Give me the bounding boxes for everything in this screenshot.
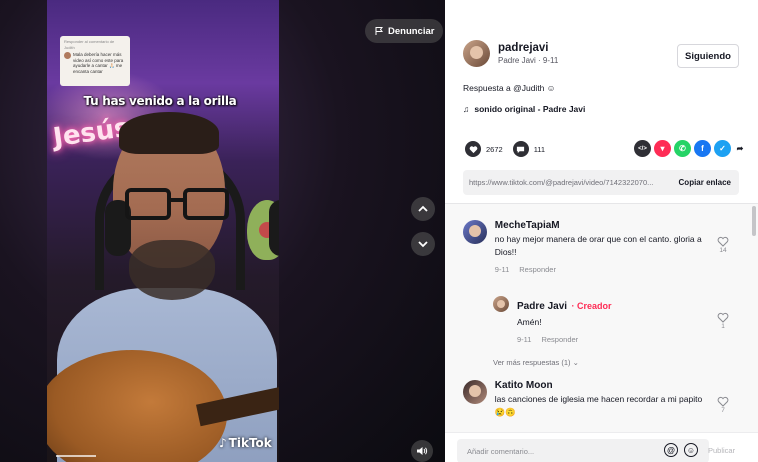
following-button[interactable]: Siguiendo (677, 44, 739, 68)
comment-stat[interactable]: 111 (512, 141, 546, 157)
engagement-stats: 2672 111 (465, 141, 545, 157)
video-info-panel: padrejavi Padre Javi · 9-11 Siguiendo Re… (445, 0, 758, 462)
creator-avatar[interactable] (493, 296, 509, 312)
quote-reply-to: Responder al comentario de Judith (64, 39, 115, 50)
comment-item: Katito Moon las canciones de iglesia me … (463, 380, 703, 419)
heart-outline-icon (717, 396, 729, 407)
video-link-box: https://www.tiktok.com/@padrejavi/video/… (463, 170, 739, 195)
description-prefix: Respuesta a (463, 83, 514, 93)
video-player[interactable]: Jesús Responder al comentario de Judith … (0, 0, 445, 462)
comments-scrollbar[interactable] (752, 206, 756, 236)
headphones-right-cup (269, 200, 279, 256)
copy-link-button[interactable]: Copiar enlace (671, 178, 739, 187)
volume-icon (417, 447, 428, 455)
comment-like[interactable]: 14 (717, 236, 729, 254)
share-buttons: </> ▾ ✆ f ✓ ➦ (634, 140, 746, 157)
video-description: Respuesta a @Judith ☺ (463, 83, 555, 93)
author-avatar[interactable] (463, 40, 490, 67)
author-display-date: Padre Javi · 9-11 (498, 56, 559, 65)
author-info[interactable]: padrejavi Padre Javi · 9-11 (463, 40, 558, 67)
reply-date: 9-11 (517, 335, 532, 344)
commenter-avatar[interactable] (463, 380, 487, 404)
tiktok-video-page: Jesús Responder al comentario de Judith … (0, 0, 758, 462)
video-url[interactable]: https://www.tiktok.com/@padrejavi/video/… (463, 178, 671, 187)
reply-author-name[interactable]: Padre Javi (517, 301, 567, 312)
comment-like[interactable]: 7 (717, 396, 729, 414)
reply-like[interactable]: 1 (717, 312, 729, 330)
flag-icon (375, 27, 383, 35)
comment-count: 111 (533, 144, 546, 154)
previous-video-button[interactable] (411, 197, 435, 221)
like-stat[interactable]: 2672 (465, 141, 503, 157)
send-icon[interactable]: ▾ (654, 140, 671, 157)
author-username[interactable]: padrejavi (498, 42, 558, 54)
comment-list[interactable]: MecheTapiaM no hay mejor manera de orar … (445, 204, 758, 432)
music-link[interactable]: ♫ sonido original - Padre Javi (463, 104, 585, 114)
reply-quote-card: Responder al comentario de Judith Mala d… (60, 36, 130, 86)
creator-badge: · Creador (571, 301, 612, 311)
person-glasses (125, 188, 237, 222)
person-hair (119, 112, 219, 154)
reply-like-count: 1 (721, 323, 725, 330)
reply-button[interactable]: Responder (541, 335, 578, 344)
mention-icon[interactable]: @ (664, 443, 678, 457)
heart-outline-icon (717, 236, 729, 247)
report-button[interactable]: Denunciar (365, 19, 444, 43)
chevron-down-icon (418, 241, 428, 248)
tiktok-logo-icon: ♪ (219, 436, 227, 450)
comment-item: MecheTapiaM no hay mejor manera de orar … (463, 220, 703, 274)
watermark-text: TikTok (228, 436, 272, 450)
reply-text: Amén! (517, 317, 542, 327)
report-label: Denunciar (388, 25, 435, 37)
emoji-icon[interactable]: ☺ (684, 443, 698, 457)
comment-text: no hay mejor manera de orar que con el c… (494, 234, 702, 257)
view-more-replies-button[interactable]: Ver más respuestas (1) ⌄ (493, 358, 579, 367)
commenter-name[interactable]: MecheTapiaM (495, 220, 703, 231)
like-count: 2672 (486, 144, 503, 154)
whatsapp-icon[interactable]: ✆ (674, 140, 691, 157)
commenter-name[interactable]: Katito Moon (495, 380, 703, 391)
embed-icon[interactable]: </> (634, 140, 651, 157)
volume-button[interactable] (411, 440, 433, 462)
quote-avatar (64, 52, 71, 59)
twitter-icon[interactable]: ✓ (714, 140, 731, 157)
description-mention[interactable]: @Judith (513, 83, 544, 93)
heart-outline-icon (717, 312, 729, 323)
post-button[interactable]: Publicar (708, 446, 735, 455)
music-label: sonido original - Padre Javi (474, 104, 586, 114)
commenter-avatar[interactable] (463, 220, 487, 244)
music-note-icon: ♫ (463, 104, 470, 114)
comment-like-count: 7 (721, 407, 725, 414)
comment-like-count: 14 (719, 247, 727, 254)
person-beard (129, 240, 215, 300)
video-progress-bar[interactable] (56, 455, 96, 457)
share-arrow-icon[interactable]: ➦ (734, 140, 746, 157)
video-caption-overlay: Tu has venido a la orilla (83, 94, 237, 108)
reply-item: Padre Javi · Creador Amén! 9-11 Responde… (493, 296, 703, 344)
reply-button[interactable]: Responder (519, 265, 556, 274)
heart-icon[interactable] (465, 141, 481, 157)
description-emoji: ☺ (546, 83, 556, 93)
comment-bubble-icon[interactable] (512, 141, 529, 157)
comment-text: las canciones de iglesia me hacen record… (494, 394, 703, 417)
quote-text: Mala debería hacer más video así como es… (73, 52, 124, 74)
comment-composer: Añadir comentario... @ ☺ Publicar (445, 432, 758, 462)
tiktok-watermark: ♪ TikTok (219, 436, 272, 450)
comment-date: 9-11 (494, 265, 510, 274)
next-video-button[interactable] (411, 232, 435, 256)
facebook-icon[interactable]: f (694, 140, 711, 157)
chevron-up-icon (418, 205, 428, 212)
